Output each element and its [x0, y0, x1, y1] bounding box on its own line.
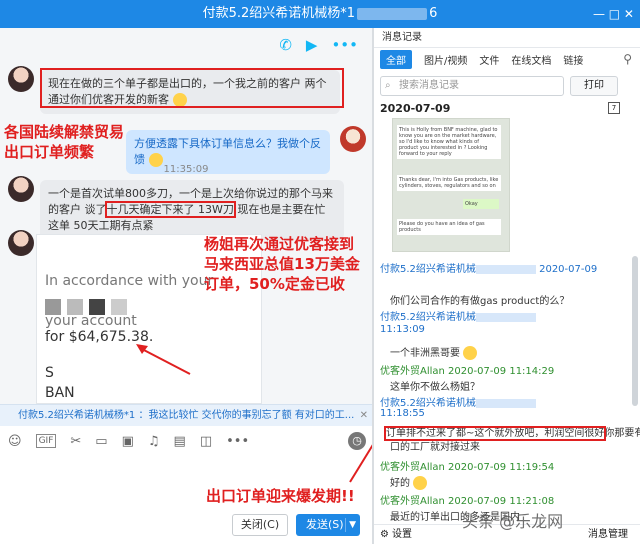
- history-header: 消息记录: [374, 28, 640, 48]
- scrollbar[interactable]: [632, 256, 638, 406]
- search-icon: ⌕: [385, 80, 391, 91]
- voice-icon[interactable]: ♫: [148, 434, 160, 449]
- document-icon[interactable]: ▤: [174, 434, 186, 449]
- message-text: 口的工厂就对接过来: [390, 442, 480, 453]
- screenshot-bubble: This is Holly from BNF machine, glad to …: [397, 125, 501, 159]
- message-time: 11:13:09: [380, 324, 425, 335]
- message-meta: 付款5.2绍兴希诺机械: [380, 394, 536, 409]
- emoji-icon[interactable]: ☺: [8, 434, 22, 449]
- history-date: 2020-07-09: [380, 102, 451, 115]
- history-search-input[interactable]: ⌕ 搜索消息记录: [380, 76, 564, 96]
- send-label: 发送(S): [306, 518, 344, 531]
- tab-all[interactable]: 全部: [380, 49, 412, 69]
- message-meta: 优客外贸Allan 2020-07-09 11:14:29: [380, 366, 555, 377]
- history-tabs: 全部 图片/视频 文件 在线文档 链接: [374, 48, 640, 70]
- window-title-bar: 付款5.2绍兴希诺机械杨*1 6 — □ ✕: [0, 0, 640, 28]
- shake-icon[interactable]: ◫: [200, 434, 212, 449]
- message-text: 一个非洲黑哥要: [390, 344, 478, 360]
- history-panel: 消息记录 全部 图片/视频 文件 在线文档 链接 ⚲ ⌕ 搜索消息记录 打印 2…: [374, 28, 640, 544]
- gear-icon[interactable]: ⚙: [380, 525, 389, 544]
- notification-strip[interactable]: 付款5.2绍兴希诺机械杨*1 ：我这比较忙 交代你的事别忘了额 有对口的工...…: [0, 404, 372, 426]
- message-text: 订单排不过来了都~这个就外放吧，利润空间很好你那要有对: [383, 426, 640, 441]
- split-divider: [345, 518, 346, 532]
- annotation-bottom: 出口订单迎来爆发期!!: [206, 487, 355, 505]
- notification-text: 付款5.2绍兴希诺机械杨*1 ：我这比较忙 交代你的事别忘了额 有对口的工...: [18, 410, 355, 421]
- window-controls[interactable]: — □ ✕: [593, 0, 634, 28]
- arrow-annotation: [136, 344, 191, 375]
- smile-emoji-icon: [463, 346, 478, 360]
- annotation-right: 杨姐再次通过优客接到 马来西亚总值13万美金 订单，50%定金已收: [204, 235, 360, 293]
- message-text: 你们公司合作的有做gas product的么？: [390, 296, 570, 307]
- more-icon[interactable]: •••: [226, 434, 249, 449]
- message-meta: 付款5.2绍兴希诺机械: [380, 308, 536, 323]
- ok-hand-icon: [413, 476, 428, 490]
- send-button[interactable]: 发送(S) ▼: [296, 514, 360, 536]
- message-manager-link[interactable]: 消息管理: [588, 525, 628, 544]
- message-meta: 优客外贸Allan 2020-07-09 11:19:54: [380, 462, 555, 473]
- screenshot-bubble: Thanks dear, I'm into Gas products, like…: [397, 175, 501, 191]
- tab-links[interactable]: 链接: [563, 52, 583, 67]
- tab-files[interactable]: 文件: [479, 52, 499, 67]
- screenshot-bubble: Please do you have an idea of gas produc…: [397, 219, 501, 235]
- close-button[interactable]: 关闭(C): [232, 514, 288, 536]
- folder-icon[interactable]: ▭: [95, 434, 107, 449]
- close-icon[interactable]: ✕: [360, 405, 368, 426]
- tab-docs[interactable]: 在线文档: [511, 52, 551, 67]
- screenshot-bubble: Okay: [463, 199, 499, 209]
- window-title-prefix: 付款5.2绍兴希诺机械杨*1: [202, 6, 356, 21]
- chat-toolbar: ☺ GIF ✂ ▭ ▣ ♫ ▤ ◫ •••: [0, 426, 372, 456]
- tab-media[interactable]: 图片/视频: [424, 52, 467, 67]
- message-text: 这单你不做么杨姐？: [390, 382, 480, 393]
- image-icon[interactable]: ▣: [122, 434, 134, 449]
- message-meta: 优客外贸Allan 2020-07-09 11:21:08: [380, 496, 555, 507]
- message-meta: 付款5.2绍兴希诺机械 2020-07-09: [380, 264, 598, 275]
- gif-icon[interactable]: GIF: [35, 434, 57, 448]
- clock-icon[interactable]: ◷: [348, 432, 366, 450]
- message-text: 好的: [390, 474, 428, 490]
- watermark-text: 头条 @乐龙网: [462, 512, 564, 531]
- message-time: 11:18:55: [380, 408, 425, 419]
- redacted-block: [357, 7, 428, 20]
- chevron-down-icon[interactable]: ▼: [349, 514, 356, 536]
- print-button[interactable]: 打印: [570, 76, 618, 96]
- settings-link[interactable]: 设置: [392, 525, 412, 544]
- search-placeholder: 搜索消息记录: [399, 80, 459, 91]
- calendar-icon[interactable]: 7: [608, 102, 620, 114]
- chat-panel: ✆ ▶ ••• 现在在做的三个单子都是出口的，一个我之前的客户 两个通过你们优客…: [0, 28, 372, 404]
- filter-icon[interactable]: ⚲: [623, 52, 632, 66]
- scissors-icon[interactable]: ✂: [70, 434, 81, 449]
- window-title-suffix: 6: [429, 6, 438, 21]
- chat-screenshot-image[interactable]: This is Holly from BNF machine, glad to …: [392, 118, 510, 252]
